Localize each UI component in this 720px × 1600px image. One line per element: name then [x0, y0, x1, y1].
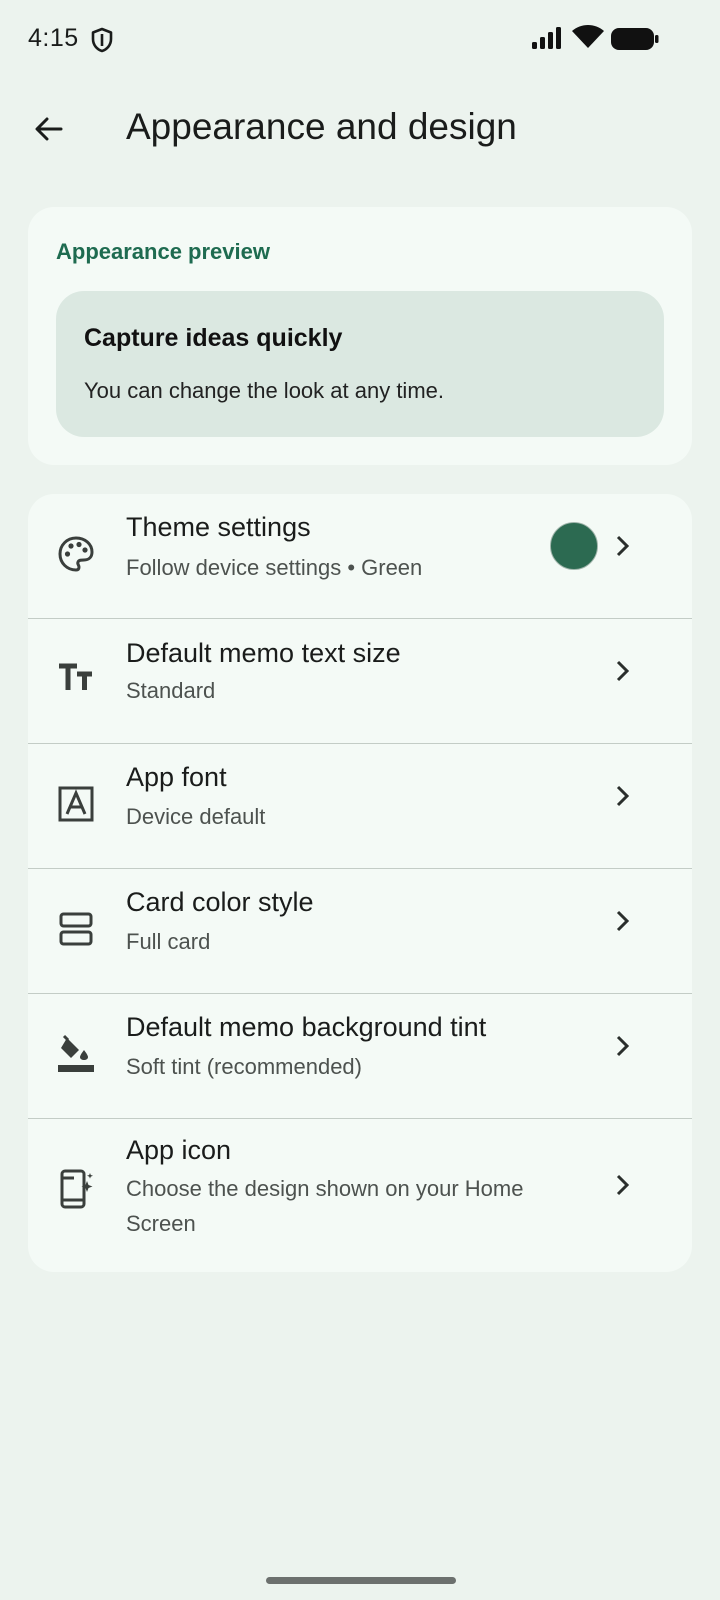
setting-subtitle: Device default — [126, 804, 266, 829]
page-title: Appearance and design — [126, 106, 517, 147]
setting-app-font[interactable]: App font Device default — [28, 744, 692, 868]
top-app-bar: Appearance and design — [0, 88, 720, 168]
screen: 4:15 Appearance and design Appearance pr… — [0, 0, 720, 1600]
battery-icon — [611, 28, 659, 50]
app-icon-icon — [56, 1169, 96, 1209]
chevron-right-icon — [616, 1035, 630, 1057]
setting-memo-text-size[interactable]: Default memo text size Standard — [28, 619, 692, 743]
wifi-icon — [572, 25, 604, 48]
setting-title: Theme settings — [126, 512, 311, 542]
setting-title: App font — [126, 762, 227, 792]
palette-icon — [56, 534, 96, 574]
setting-subtitle: Follow device settings • Green — [126, 555, 423, 580]
card-style-icon — [56, 909, 96, 949]
text-size-icon — [56, 657, 96, 697]
shield-icon — [91, 27, 113, 53]
setting-app-icon[interactable]: App icon Choose the design shown on your… — [28, 1119, 692, 1272]
setting-card-color-style[interactable]: Card color style Full card — [28, 869, 692, 993]
setting-title: Default memo text size — [126, 638, 401, 668]
setting-subtitle: Soft tint (recommended) — [126, 1054, 362, 1079]
setting-subtitle: Standard — [126, 678, 216, 703]
setting-memo-background-tint[interactable]: Default memo background tint Soft tint (… — [28, 994, 692, 1118]
appearance-preview-card: Appearance preview Capture ideas quickly… — [28, 207, 692, 465]
chevron-right-icon — [616, 785, 630, 807]
preview-heading: Capture ideas quickly — [84, 324, 343, 352]
home-indicator[interactable] — [266, 1577, 456, 1584]
chevron-right-icon — [616, 1174, 630, 1196]
font-icon — [56, 784, 96, 824]
setting-title: App icon — [126, 1135, 232, 1165]
signal-icon — [532, 27, 561, 49]
setting-subtitle: Full card — [126, 929, 211, 954]
setting-theme[interactable]: Theme settings Follow device settings • … — [28, 494, 692, 618]
preview-memo-sample: Capture ideas quickly You can change the… — [56, 291, 664, 437]
status-bar: 4:15 — [0, 0, 720, 80]
setting-subtitle: Choose the design shown on your Home Scr… — [126, 1176, 524, 1236]
setting-title: Default memo background tint — [126, 1012, 487, 1042]
settings-list: Theme settings Follow device settings • … — [28, 494, 692, 1272]
arrow-back-icon — [35, 117, 63, 141]
status-time: 4:15 — [28, 24, 79, 52]
theme-color-swatch — [550, 522, 598, 570]
paint-bucket-icon — [56, 1034, 96, 1074]
preview-label: Appearance preview — [56, 239, 270, 264]
back-button[interactable] — [24, 104, 74, 154]
chevron-right-icon — [616, 535, 630, 557]
chevron-right-icon — [616, 910, 630, 932]
setting-title: Card color style — [126, 887, 314, 917]
preview-body: You can change the look at any time. — [84, 378, 444, 403]
chevron-right-icon — [616, 660, 630, 682]
